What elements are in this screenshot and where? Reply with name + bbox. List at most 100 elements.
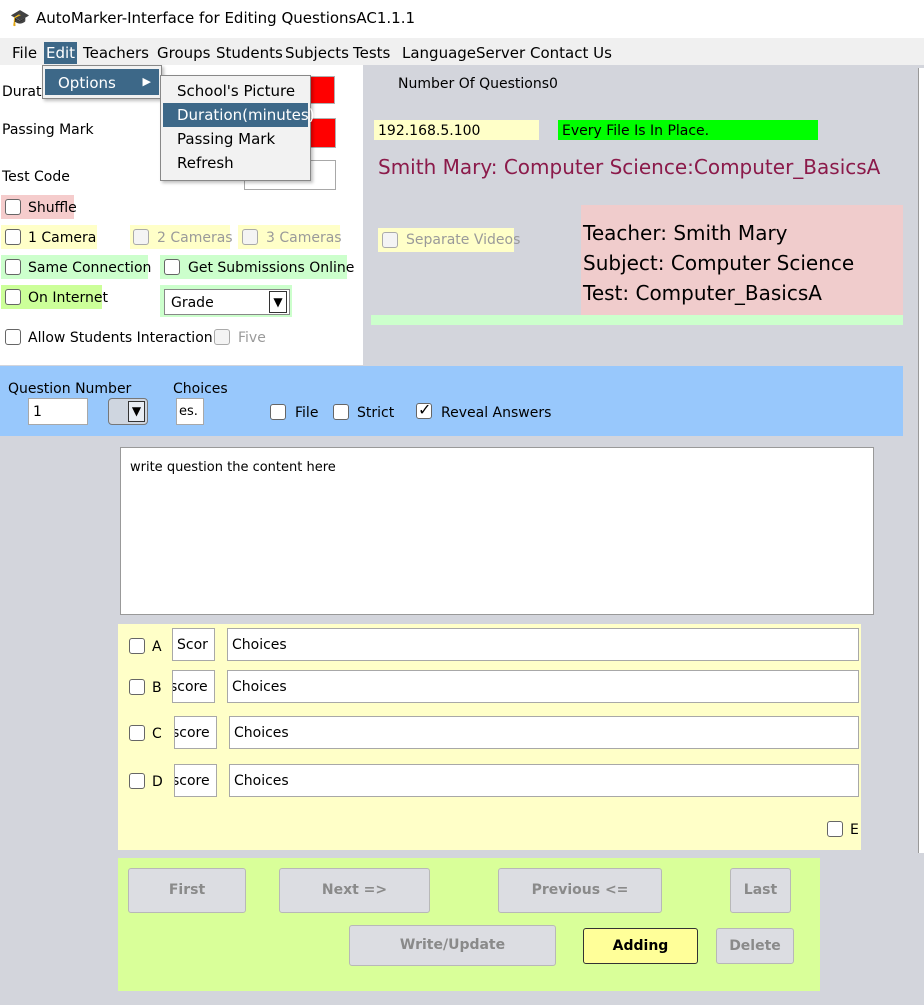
next-button[interactable]: Next => (279, 868, 430, 913)
choice-c-input[interactable]: Choices (229, 716, 859, 749)
first-button[interactable]: First (128, 868, 246, 913)
choice-d-checkbox[interactable] (129, 773, 145, 789)
one-camera-checkbox[interactable] (5, 229, 21, 245)
chevron-right-icon: ▶ (142, 75, 151, 88)
grade-select-value: Grade (171, 295, 214, 311)
choice-a-checkbox[interactable] (129, 638, 145, 654)
one-camera-label: 1 Camera (28, 230, 97, 246)
choice-d-input[interactable]: Choices (229, 764, 859, 797)
question-number-dropdown[interactable]: ▼ (108, 398, 148, 425)
choice-b-input[interactable]: Choices (227, 670, 859, 703)
reveal-answers-label: Reveal Answers (441, 405, 552, 421)
menu-item-schools-picture[interactable]: School's Picture (163, 79, 308, 103)
on-internet-label: On Internet (28, 290, 108, 306)
options-submenu: School's Picture Duration(minutes) Passi… (160, 75, 315, 181)
choices-count-value: es. (179, 404, 198, 419)
choice-c-score-value: score (174, 725, 210, 741)
chevron-down-icon[interactable]: ▼ (128, 401, 145, 422)
five-checkbox[interactable] (214, 329, 230, 345)
choice-a-score[interactable]: Scor (172, 628, 215, 661)
test-code-label: Test Code (2, 169, 70, 185)
grade-select[interactable]: Grade ▼ (164, 289, 290, 315)
number-of-questions: Number Of Questions0 (398, 76, 558, 92)
shuffle-checkbox[interactable] (5, 199, 21, 215)
choice-b-score[interactable]: score (172, 670, 215, 703)
choice-a-letter: A (152, 639, 162, 655)
chevron-down-icon[interactable]: ▼ (269, 291, 287, 313)
choice-c-checkbox[interactable] (129, 725, 145, 741)
reveal-answers-checkbox[interactable] (416, 400, 432, 419)
menu-teachers[interactable]: Teachers (81, 42, 151, 64)
test-info: Test: Computer_BasicsA (583, 281, 822, 305)
shuffle-label: Shuffle (28, 200, 77, 216)
ip-address: 192.168.5.100 (378, 123, 481, 139)
app-icon: 🎓 (10, 8, 30, 27)
question-number-value: 1 (33, 404, 42, 420)
menu-item-duration[interactable]: Duration(minutes) (163, 103, 315, 127)
strict-label: Strict (357, 405, 395, 421)
subject-info: Subject: Computer Science (583, 251, 855, 275)
options-label: Options (58, 74, 116, 92)
choice-a-text: Choices (232, 637, 287, 653)
menu-edit[interactable]: Edit (44, 42, 78, 64)
question-text: write question the content here (130, 460, 336, 475)
menu-item-options[interactable]: Options ▶ (45, 69, 159, 95)
get-submissions-label: Get Submissions Online (188, 260, 355, 276)
menu-language[interactable]: Language (400, 42, 478, 64)
two-cameras-label: 2 Cameras (157, 230, 233, 246)
menu-contact-us[interactable]: Contact Us (528, 42, 614, 64)
teacher-info: Teacher: Smith Mary (583, 221, 788, 245)
passing-mark-label: Passing Mark (2, 122, 94, 138)
question-number-label: Question Number (8, 381, 132, 397)
navigation-panel: First Next => Previous <= Last Write/Upd… (118, 858, 820, 991)
choice-e-label: E (850, 822, 859, 838)
vertical-scrollbar[interactable] (918, 68, 924, 853)
last-button[interactable]: Last (730, 868, 791, 913)
delete-button[interactable]: Delete (716, 928, 794, 964)
test-info-box: Teacher: Smith Mary Subject: Computer Sc… (581, 205, 903, 315)
menu-server[interactable]: Server (474, 42, 527, 64)
ip-address-field: 192.168.5.100 (374, 120, 539, 140)
choices-label: Choices (173, 381, 228, 397)
previous-button[interactable]: Previous <= (498, 868, 662, 913)
title-bar: 🎓 AutoMarker-Interface for Editing Quest… (0, 0, 924, 38)
adding-button[interactable]: Adding (583, 928, 698, 964)
choice-a-input[interactable]: Choices (227, 628, 859, 661)
choice-c-score[interactable]: score (174, 716, 217, 749)
write-update-button[interactable]: Write/Update (349, 925, 556, 966)
menu-bar: File Edit Teachers Groups Students Subje… (0, 38, 924, 65)
choice-b-checkbox[interactable] (129, 679, 145, 695)
question-text-area[interactable]: write question the content here (120, 447, 874, 615)
three-cameras-checkbox[interactable] (242, 229, 258, 245)
file-status-bar: Every File Is In Place. (558, 120, 818, 140)
menu-tests[interactable]: Tests (351, 42, 392, 64)
choice-d-letter: D (152, 774, 163, 790)
choice-d-score-value: score (174, 773, 210, 789)
menu-students[interactable]: Students (214, 42, 285, 64)
menu-subjects[interactable]: Subjects (283, 42, 351, 64)
test-headline: Smith Mary: Computer Science:Computer_Ba… (378, 155, 881, 179)
separate-videos-checkbox[interactable] (382, 232, 398, 248)
allow-interaction-label: Allow Students Interaction (28, 330, 213, 346)
same-connection-checkbox[interactable] (5, 259, 21, 275)
allow-interaction-checkbox[interactable] (5, 329, 21, 345)
question-number-input[interactable]: 1 (28, 398, 88, 425)
get-submissions-checkbox[interactable] (164, 259, 180, 275)
edit-menu-dropdown: Options ▶ (42, 65, 162, 99)
on-internet-checkbox[interactable] (5, 289, 21, 305)
menu-file[interactable]: File (10, 42, 39, 64)
choice-e-checkbox[interactable] (827, 821, 843, 837)
menu-item-passing-mark[interactable]: Passing Mark (163, 127, 308, 151)
menu-item-refresh[interactable]: Refresh (163, 151, 308, 175)
menu-groups[interactable]: Groups (155, 42, 212, 64)
strict-checkbox[interactable] (333, 404, 349, 420)
duration-field[interactable] (310, 76, 335, 104)
three-cameras-label: 3 Cameras (266, 230, 342, 246)
file-checkbox[interactable] (270, 404, 286, 420)
choice-d-score[interactable]: score (174, 764, 217, 797)
two-cameras-checkbox[interactable] (133, 229, 149, 245)
choice-d-text: Choices (234, 773, 289, 789)
choices-panel: A Scor Choices B score Choices C score C… (118, 624, 861, 850)
choice-b-score-value: score (172, 679, 208, 695)
choices-count-input[interactable]: es. (176, 398, 204, 425)
